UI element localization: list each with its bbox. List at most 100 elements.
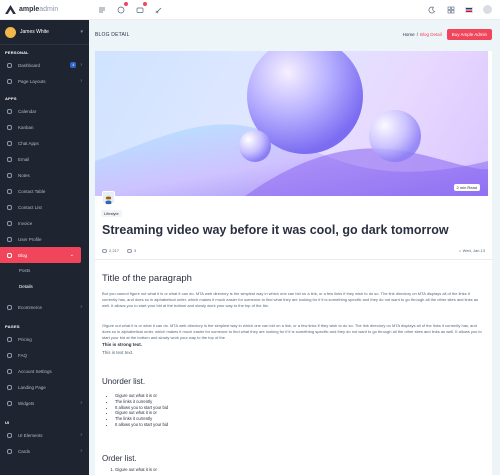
menu-icon[interactable] xyxy=(97,5,106,14)
breadcrumb-current: Blog Detail xyxy=(419,32,442,37)
sidebar-item-invoice[interactable]: Invoice xyxy=(0,215,89,231)
chevron-right-icon: › xyxy=(80,432,82,438)
author-avatar xyxy=(102,191,115,205)
bell-icon[interactable] xyxy=(116,2,128,14)
sidebar-item-label: Notes xyxy=(18,172,30,178)
sidebar-item-email[interactable]: Email xyxy=(0,151,89,167)
order-heading: Order list. xyxy=(102,454,137,463)
grid-icon[interactable] xyxy=(446,5,455,14)
sidebar-item-faq[interactable]: FAQ xyxy=(0,347,89,363)
hero-image: 2 min Read xyxy=(95,51,488,196)
sidebar-item-label: Cards xyxy=(18,448,31,454)
paragraph-heading: Title of the paragraph xyxy=(102,273,192,284)
landing-icon xyxy=(7,384,12,390)
user-avatar xyxy=(5,26,16,38)
notification-dot xyxy=(124,2,128,6)
uk-flag-icon[interactable] xyxy=(465,6,473,13)
views-count: 2,217 xyxy=(109,248,120,253)
sidebar-subitem-details[interactable]: Details xyxy=(0,279,89,295)
settings-icon xyxy=(7,368,12,374)
sidebar-item-ecommerce[interactable]: Ecommerce › xyxy=(0,299,89,315)
post-meta: 2,217 3 • Wed, Jan 13 xyxy=(102,248,485,253)
sidebar-item-blog[interactable]: Blog ⌄ xyxy=(0,247,81,263)
unorder-heading: Unorder list. xyxy=(102,377,146,386)
sidebar-user[interactable]: James White ▾ xyxy=(0,20,89,45)
section-ui: UI xyxy=(5,420,10,425)
sidebar-item-label: Invoice xyxy=(18,220,33,226)
list-icon xyxy=(7,204,12,210)
sidebar-item-account-settings[interactable]: Account Settings xyxy=(0,363,89,379)
buy-button[interactable]: Buy Ample Admin xyxy=(446,29,492,40)
comments-stat: 3 xyxy=(127,248,136,253)
chevron-right-icon: › xyxy=(80,448,82,454)
ordered-list: Gigure out what it is or xyxy=(111,467,157,472)
sidebar-item-calendar[interactable]: Calendar xyxy=(0,103,89,119)
sidebar-item-contact-table[interactable]: Contact Table xyxy=(0,183,89,199)
category-badge[interactable]: Lifestyle xyxy=(101,210,122,217)
sidebar-item-chat[interactable]: Chat Apps xyxy=(0,135,89,151)
sidebar-item-kanban[interactable]: Kanban xyxy=(0,119,89,135)
sidebar-item-label: Calendar xyxy=(18,108,37,114)
dashboard-badge: 4 xyxy=(70,62,77,68)
sidebar-item-label: Contact Table xyxy=(18,188,46,194)
eye-icon xyxy=(102,248,107,253)
sidebar-item-label: Ecommerce xyxy=(18,304,43,310)
sidebar-item-cards[interactable]: Cards › xyxy=(0,443,89,459)
breadcrumb-home[interactable]: Home xyxy=(403,32,415,37)
sidebar-item-landing-page[interactable]: Landing Page xyxy=(0,379,89,395)
chevron-right-icon: › xyxy=(80,62,82,68)
sidebar-item-label: Account Settings xyxy=(18,368,52,374)
brand-name-main: ample xyxy=(19,6,40,13)
chevron-right-icon: › xyxy=(80,78,82,84)
user-icon xyxy=(7,236,12,242)
comment-icon xyxy=(127,248,133,253)
kanban-icon xyxy=(7,124,12,130)
sidebar-item-label: Blog xyxy=(18,252,28,258)
sidebar-item-label: Email xyxy=(18,156,30,162)
brand-logo-icon xyxy=(5,5,16,14)
section-personal: PERSONAL xyxy=(5,50,29,55)
author-face-icon xyxy=(105,195,112,205)
sidebar-item-label: Kanban xyxy=(18,124,34,130)
sidebar-item-ui-elements[interactable]: UI Elements › xyxy=(0,427,89,443)
brush-icon[interactable] xyxy=(154,5,163,14)
sidebar-item-notes[interactable]: Notes xyxy=(0,167,89,183)
brand[interactable]: ampleadmin xyxy=(0,5,89,14)
sidebar-subitem-posts[interactable]: Posts xyxy=(0,263,89,279)
section-pages: PAGES xyxy=(5,324,20,329)
mail-icon[interactable] xyxy=(135,2,147,14)
calendar-icon xyxy=(7,108,12,114)
moon-icon[interactable] xyxy=(427,5,436,14)
divider xyxy=(95,259,492,260)
list-item: Gigure out what it is or xyxy=(115,467,157,472)
sidebar-item-contact-list[interactable]: Contact List xyxy=(0,199,89,215)
read-time-badge: 2 min Read xyxy=(453,184,480,191)
widgets-icon xyxy=(7,400,12,406)
sidebar-item-label: Dashboard xyxy=(18,62,41,68)
sidebar-item-dashboard[interactable]: Dashboard 4 › xyxy=(0,57,89,73)
sidebar-item-label: UI Elements xyxy=(18,432,43,438)
sidebar-item-label: FAQ xyxy=(18,352,28,358)
layout-icon xyxy=(7,78,12,84)
page-title: BLOG DETAIL xyxy=(95,31,130,38)
sidebar: James White ▾ PERSONAL Dashboard 4 › Pag… xyxy=(0,20,89,475)
breadcrumb-separator: / xyxy=(416,32,418,37)
sidebar-item-page-layouts[interactable]: Page Layouts › xyxy=(0,73,89,89)
sidebar-item-widgets[interactable]: Widgets › xyxy=(0,395,89,411)
top-navbar: ampleadmin xyxy=(0,0,500,20)
strong-text: This is strong text. xyxy=(102,342,143,347)
pricing-icon xyxy=(7,336,12,342)
avatar[interactable] xyxy=(483,5,492,14)
cards-icon xyxy=(7,448,12,454)
sidebar-item-user-profile[interactable]: User Profile xyxy=(0,231,89,247)
post-title: Streaming video way before it was cool, … xyxy=(102,223,449,237)
list-item: It allows you to start your bid xyxy=(115,422,168,428)
section-apps: APPS xyxy=(5,96,17,101)
message-dot xyxy=(143,2,147,6)
views-stat: 2,217 xyxy=(102,248,119,253)
paragraph-1: But you cannot figure out what it is or … xyxy=(102,291,478,309)
unordered-list: Gigure out what it is or The links it cu… xyxy=(111,393,168,428)
brand-name: ampleadmin xyxy=(19,6,58,13)
sidebar-item-pricing[interactable]: Pricing xyxy=(0,331,89,347)
dashboard-icon xyxy=(7,62,12,68)
